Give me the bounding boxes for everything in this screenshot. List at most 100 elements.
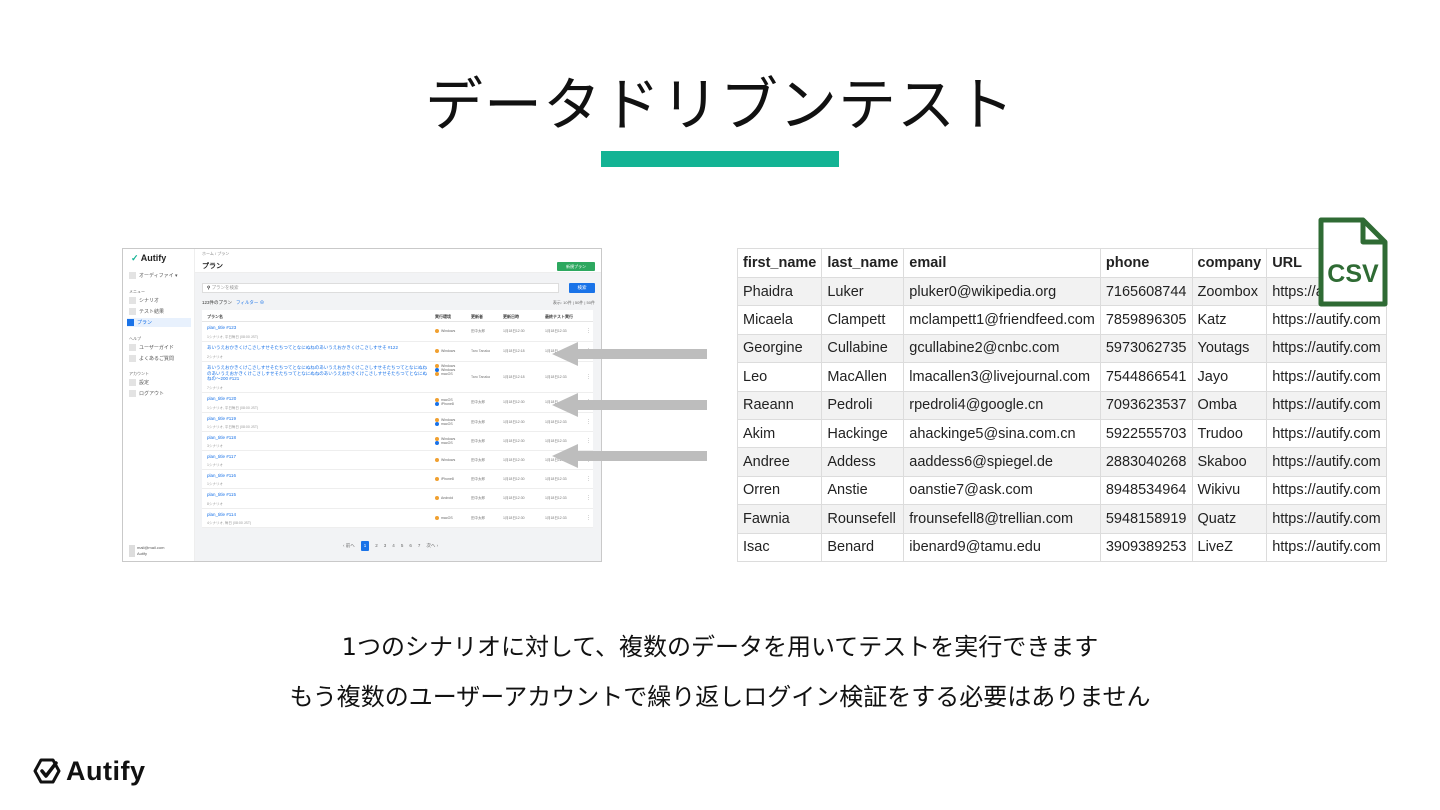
- org-selector-label: オーディファイ ▾: [139, 273, 178, 279]
- sidebar-account-footer[interactable]: mail@mail.com Autify: [129, 545, 164, 557]
- csv-cell: pluker0@wikipedia.org: [903, 276, 1101, 307]
- plan-table-row[interactable]: plan_title #114 4シナリオ, 毎日 (08:00 JST) macO…: [202, 509, 593, 528]
- csv-column-header: last_name: [821, 248, 905, 278]
- pagination-prev[interactable]: ‹ 前へ: [343, 541, 355, 551]
- plan-name-link[interactable]: plan_title #117: [207, 454, 236, 460]
- plan-name-link[interactable]: あいうえおかきくけこさしすせそたちつてとなにぬねのあいうえおかきくけこさしすせそ…: [207, 345, 429, 351]
- plan-name-link[interactable]: plan_title #116: [207, 473, 236, 479]
- sidebar-item-scenario[interactable]: シナリオ: [129, 296, 159, 305]
- env-label: macOS: [441, 372, 453, 377]
- more-options-icon[interactable]: ⋮: [586, 495, 591, 501]
- pagination-page[interactable]: 2: [375, 541, 378, 551]
- sidebar-item-label: ユーザーガイド: [139, 345, 174, 351]
- csv-cell: https://autify.com: [1266, 390, 1387, 420]
- more-options-icon[interactable]: ⋮: [586, 476, 591, 482]
- plan-updated-at: 1月18日12:30: [503, 400, 525, 404]
- plan-name-link[interactable]: plan_title #114: [207, 512, 236, 518]
- csv-cell: 7093623537: [1099, 390, 1193, 420]
- plan-name-link[interactable]: あいうえおかきくけこさしすせそたちつてとなにぬねのあいうえおかきくけこさしすせそ…: [207, 365, 429, 382]
- pagination-page[interactable]: 4: [392, 541, 395, 551]
- csv-cell: aaddess6@spiegel.de: [903, 447, 1101, 477]
- more-options-icon[interactable]: ⋮: [586, 374, 591, 380]
- csv-icon-label: CSV: [1327, 260, 1379, 288]
- plan-table-row[interactable]: plan_title #118 3シナリオ Windows macOS 田中太郎 1月18…: [202, 432, 593, 451]
- env-label: iPhone8: [441, 402, 454, 407]
- page-size-selector[interactable]: 表示: 10件 | 50件 | 50件: [553, 300, 595, 306]
- sidebar-item-user-guide[interactable]: ユーザーガイド: [129, 343, 174, 352]
- csv-header-row: first_name last_name email phone company URL: [736, 248, 1387, 278]
- plan-name-link[interactable]: plan_title #115: [207, 492, 236, 498]
- new-plan-button[interactable]: 新規プラン: [557, 262, 595, 271]
- csv-cell: 8948534964: [1099, 475, 1193, 506]
- sidebar-item-plan[interactable]: プラン: [127, 318, 191, 327]
- csv-cell: Raeann: [736, 390, 823, 420]
- sidebar-item-settings[interactable]: 設定: [129, 378, 149, 387]
- more-options-icon[interactable]: ⋮: [586, 515, 591, 521]
- sidebar-item-label: ログアウト: [139, 391, 165, 397]
- plus-circle-icon: ⊕: [259, 300, 265, 305]
- left-arrow-1: [552, 342, 707, 366]
- plan-updated-by: 田中太郎: [471, 400, 485, 404]
- plan-name-link[interactable]: plan_title #120: [207, 396, 236, 402]
- app-header: ホーム / プラン プラン 新規プラン: [195, 249, 601, 273]
- csv-cell: Wikivu: [1191, 475, 1268, 506]
- plan-updated-at: 1月18日12:30: [503, 329, 525, 333]
- csv-data-row: Leo MacAllen lmacallen3@livejournal.com 754…: [736, 362, 1387, 392]
- csv-cell: frounsefell8@trellian.com: [903, 504, 1101, 534]
- plan-search-input[interactable]: ⚲ プランを検索: [202, 283, 559, 293]
- plan-table-row[interactable]: plan_title #123 1シナリオ, 平日毎日 (08:00 JST) Wi…: [202, 322, 593, 342]
- env-label: Android: [441, 496, 454, 500]
- plan-last-run: 1月18日12:33: [545, 477, 567, 481]
- plan-subtitle: 1シナリオ, 平日毎日 (08:00 JST): [207, 335, 259, 339]
- pagination-page[interactable]: 3: [384, 541, 387, 551]
- plan-name-link[interactable]: plan_title #123: [207, 325, 236, 331]
- pagination-page[interactable]: 7: [418, 541, 421, 551]
- search-button[interactable]: 検索: [569, 283, 595, 293]
- filter-button[interactable]: フィルター ⊕: [236, 300, 264, 305]
- org-selector[interactable]: オーディファイ ▾: [129, 271, 178, 280]
- footer-org: Autify: [137, 551, 148, 556]
- plan-table-row[interactable]: plan_title #115 8シナリオ Android 田中太郎 1月18日12:3…: [202, 489, 593, 509]
- plan-subtitle: 4シナリオ, 毎日 (08:00 JST): [207, 521, 252, 525]
- plan-environment: Windows macOS: [435, 437, 455, 446]
- col-updated-by: 更新者: [471, 314, 483, 319]
- plan-table-row[interactable]: plan_title #116 1シナリオ iPhone8 田中太郎 1月18日12:3…: [202, 470, 593, 489]
- plan-table-row[interactable]: plan_title #119 1シナリオ, 平日毎日 (08:00 JST) Wi…: [202, 413, 593, 432]
- plan-table-row[interactable]: plan_title #120 1シナリオ, 平日毎日 (08:00 JST) ma…: [202, 393, 593, 413]
- plan-table-row[interactable]: あいうえおかきくけこさしすせそたちつてとなにぬねのあいうえおかきくけこさしすせそ…: [202, 362, 593, 393]
- sidebar-item-faq[interactable]: よくあるご質問: [129, 354, 174, 363]
- pagination-page[interactable]: 6: [409, 541, 412, 551]
- plan-subtitle: 1シナリオ, 平日毎日 (08:00 JST): [207, 406, 259, 410]
- csv-data-row: Raeann Pedroli rpedroli4@google.cn 70936235…: [736, 390, 1387, 420]
- plan-updated-by: 田中太郎: [471, 477, 485, 481]
- csv-cell: oanstie7@ask.com: [903, 475, 1101, 506]
- plan-subtitle: 1シナリオ: [207, 463, 223, 467]
- csv-cell: Hackinge: [821, 418, 905, 449]
- pagination-next[interactable]: 次へ ›: [426, 541, 438, 551]
- csv-cell: Omba: [1191, 390, 1268, 420]
- footer-email: mail@mail.com: [137, 545, 165, 550]
- sidebar-item-test-results[interactable]: テスト結果: [129, 307, 164, 316]
- plan-subtitle: 1シナリオ, 平日毎日 (08:00 JST): [207, 425, 259, 429]
- csv-cell: LiveZ: [1191, 532, 1268, 562]
- csv-column-header: email: [903, 248, 1101, 278]
- autify-mark-icon: ✓: [131, 253, 139, 263]
- sidebar-item-label: よくあるご質問: [139, 356, 175, 362]
- csv-cell: Clampett: [821, 305, 905, 335]
- more-options-icon[interactable]: ⋮: [586, 419, 591, 425]
- plan-updated-at: 1月18日12:30: [503, 458, 525, 462]
- pagination-page[interactable]: 1: [360, 541, 370, 551]
- csv-cell: 7165608744: [1099, 276, 1193, 307]
- breadcrumb[interactable]: ホーム / プラン: [202, 251, 229, 257]
- plan-name-link[interactable]: plan_title #118: [207, 435, 236, 441]
- plan-table-header: プラン名 実行環境 更新者 更新日時 最終テスト実行: [202, 310, 593, 322]
- pagination-page[interactable]: 5: [401, 541, 404, 551]
- plan-name-link[interactable]: plan_title #119: [207, 416, 236, 422]
- plan-table-row[interactable]: あいうえおかきくけこさしすせそたちつてとなにぬねのあいうえおかきくけこさしすせそ…: [202, 342, 593, 362]
- sidebar-item-logout[interactable]: ログアウト: [129, 389, 164, 398]
- csv-cell: https://autify.com: [1266, 362, 1387, 392]
- plan-table-row[interactable]: plan_title #117 1シナリオ Windows 田中太郎 1月18日12:3…: [202, 451, 593, 470]
- csv-data-row: Fawnia Rounsefell frounsefell8@trellian.co…: [736, 504, 1387, 534]
- plan-subtitle: 2シナリオ: [207, 355, 223, 359]
- more-options-icon[interactable]: ⋮: [586, 328, 591, 334]
